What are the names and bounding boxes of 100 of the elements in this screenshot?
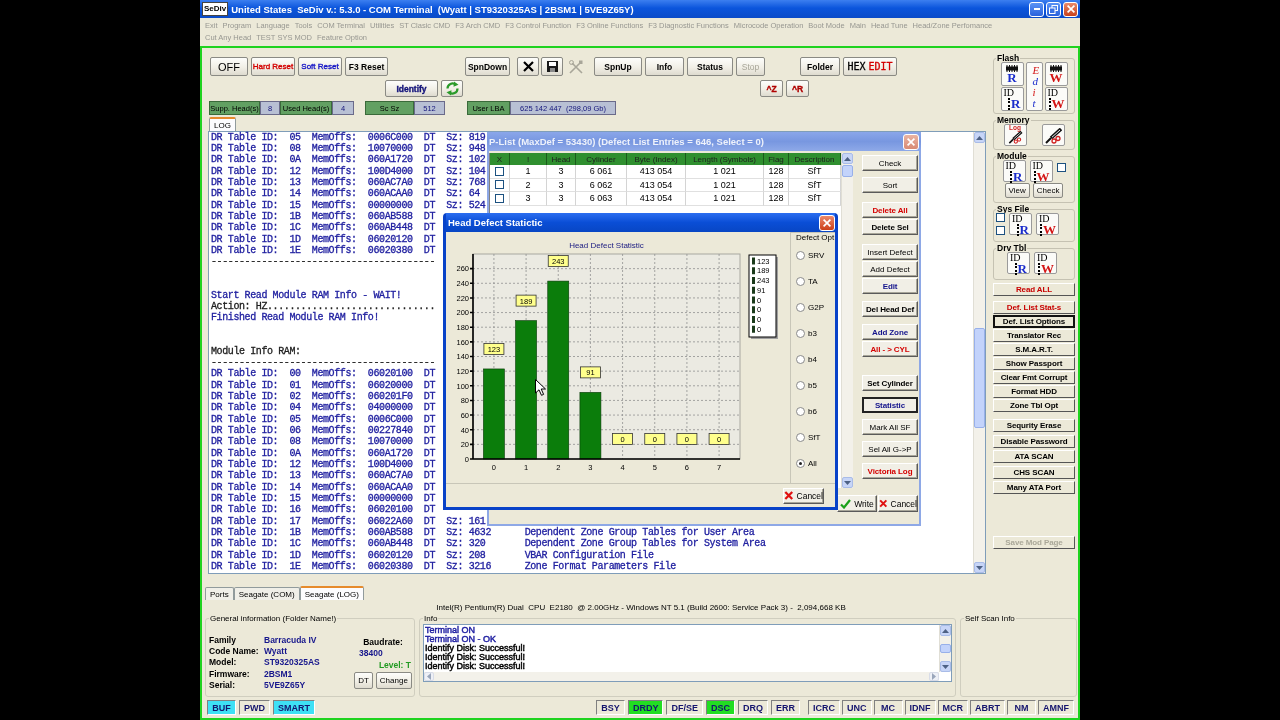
dialog-button[interactable]: Check xyxy=(862,155,918,171)
column-header[interactable]: X xyxy=(490,153,510,165)
side-button[interactable]: Sequrity Erase xyxy=(993,419,1075,432)
radio-button[interactable] xyxy=(796,276,805,286)
checkbox[interactable] xyxy=(495,166,504,176)
vertical-scrollbar[interactable] xyxy=(939,625,951,672)
side-button[interactable]: S.M.A.R.T. xyxy=(993,343,1075,356)
toolbar-icon-button[interactable] xyxy=(541,57,563,76)
toolbar-button[interactable]: Hard Reset xyxy=(251,57,295,76)
scroll-up-button[interactable] xyxy=(940,625,951,636)
side-button[interactable]: CHS SCAN xyxy=(993,465,1075,479)
column-header[interactable]: Length (Symbols) xyxy=(686,153,764,165)
radio-button[interactable] xyxy=(796,432,805,442)
column-header[interactable]: Cylinder xyxy=(576,153,627,165)
column-header[interactable]: Byte (Index) xyxy=(627,153,686,165)
id-button[interactable]: ID W xyxy=(1036,213,1059,235)
column-header[interactable]: Head xyxy=(547,153,576,165)
dialog-button[interactable]: Delete All xyxy=(862,202,918,218)
close-button[interactable] xyxy=(819,214,835,231)
radio-button[interactable] xyxy=(796,406,805,416)
tab[interactable]: Seagate (COM) xyxy=(233,587,300,600)
side-button[interactable]: Read ALL xyxy=(993,283,1075,296)
id-button[interactable]: ID W xyxy=(1029,160,1053,182)
radio-button[interactable] xyxy=(796,302,805,312)
checkbox[interactable] xyxy=(495,193,504,203)
scroll-up-button[interactable] xyxy=(842,153,853,164)
id-button[interactable]: ID W xyxy=(1044,87,1068,111)
dialog-button[interactable]: Del Head Def xyxy=(862,301,918,317)
id-button[interactable]: ID R xyxy=(1007,252,1030,274)
memory-button[interactable] xyxy=(1041,124,1065,146)
chip-button[interactable]: R xyxy=(1000,62,1024,86)
side-button[interactable]: Zone Tbl Opt xyxy=(993,399,1075,412)
dialog-button[interactable]: Victoria Log xyxy=(862,463,918,479)
chip-button[interactable]: W xyxy=(1044,62,1068,86)
dialog-button[interactable]: Sort xyxy=(862,177,918,193)
toolbar-icon-button[interactable] xyxy=(517,57,539,76)
scrollbar-thumb[interactable] xyxy=(940,644,951,653)
checkbox[interactable] xyxy=(495,180,504,190)
toolbar-button[interactable]: F3 Reset xyxy=(345,57,388,76)
edit-button[interactable]: Edit xyxy=(1025,62,1043,111)
side-button[interactable]: Many ATA Port xyxy=(993,481,1075,494)
toolbar-button[interactable]: SpnDown xyxy=(465,57,510,76)
toolbar-button[interactable]: Folder xyxy=(800,57,840,76)
scrollbar-thumb[interactable] xyxy=(974,328,985,428)
radio-button[interactable] xyxy=(796,328,805,338)
close-button[interactable] xyxy=(1063,1,1078,17)
dialog-button[interactable]: Delete Sel xyxy=(862,219,918,235)
small-button[interactable]: Change xyxy=(375,672,412,689)
dialog-button[interactable]: Add Defect xyxy=(862,261,918,277)
side-button[interactable]: Translator Rec xyxy=(993,329,1075,342)
column-header[interactable]: ! xyxy=(510,153,547,165)
side-button[interactable]: Def. List Options xyxy=(993,315,1075,328)
minimize-button[interactable] xyxy=(1029,1,1044,17)
small-button[interactable]: Check xyxy=(1032,183,1064,198)
dialog-button[interactable]: Mark All SF xyxy=(862,419,918,435)
toolbar-button[interactable]: Status xyxy=(687,57,733,76)
tab[interactable]: LOG xyxy=(209,117,236,131)
tab[interactable]: Ports xyxy=(205,587,234,600)
side-button[interactable]: Clear Fmt Corrupt xyxy=(993,371,1075,384)
radio-button[interactable] xyxy=(796,458,805,468)
scroll-up-button[interactable] xyxy=(974,132,985,143)
side-button[interactable]: ATA SCAN xyxy=(993,450,1075,463)
dialog-button[interactable]: Statistic xyxy=(862,397,918,413)
id-button[interactable]: ID R xyxy=(1002,160,1026,182)
id-button[interactable]: ID R xyxy=(1009,213,1032,235)
checkbox[interactable] xyxy=(996,226,1005,235)
dialog-button[interactable]: All - > CYL xyxy=(862,341,918,357)
toolbar-button[interactable]: OFF xyxy=(210,57,248,76)
small-button[interactable]: DT xyxy=(354,672,373,689)
toolbar-button[interactable]: Info xyxy=(645,57,684,76)
toolbar-button[interactable]: ^Z xyxy=(760,80,783,97)
dialog-button[interactable]: Set Cylinder xyxy=(862,375,918,391)
dialog-button[interactable]: Sel All G->P xyxy=(862,441,918,457)
id-button[interactable]: ID W xyxy=(1034,252,1057,274)
side-button[interactable]: Show Passport xyxy=(993,357,1075,370)
restore-button[interactable] xyxy=(1046,1,1061,17)
toolbar-button[interactable]: SpnUp xyxy=(594,57,642,76)
side-button[interactable]: Disable Password xyxy=(993,434,1075,448)
tab[interactable]: Seagate (LOG) xyxy=(299,586,364,600)
vertical-scrollbar[interactable] xyxy=(841,153,853,488)
radio-button[interactable] xyxy=(796,380,805,390)
column-header[interactable]: Flag xyxy=(764,153,789,165)
scroll-down-button[interactable] xyxy=(842,477,853,488)
small-button[interactable]: View xyxy=(1004,183,1030,198)
side-button[interactable]: Format HDD xyxy=(993,385,1075,398)
dialog-button[interactable]: Edit xyxy=(862,278,918,294)
write-button[interactable]: Write xyxy=(837,495,877,512)
checkbox[interactable] xyxy=(1056,163,1066,172)
scroll-down-button[interactable] xyxy=(974,562,985,573)
vertical-scrollbar[interactable] xyxy=(973,132,985,573)
dialog-button[interactable]: Insert Defect xyxy=(862,244,918,260)
side-button[interactable]: Def. List Stat-s xyxy=(993,301,1075,314)
radio-button[interactable] xyxy=(796,250,805,260)
hex-edit-button[interactable]: HEX EDIT xyxy=(843,57,897,76)
toolbar-button[interactable]: Soft Reset xyxy=(298,57,342,76)
checkbox[interactable] xyxy=(996,213,1005,222)
radio-button[interactable] xyxy=(796,354,805,364)
id-button[interactable]: ID R xyxy=(1000,87,1024,111)
cancel-button[interactable]: Cancel xyxy=(878,495,918,512)
cancel-button[interactable]: Cancel xyxy=(783,487,824,504)
